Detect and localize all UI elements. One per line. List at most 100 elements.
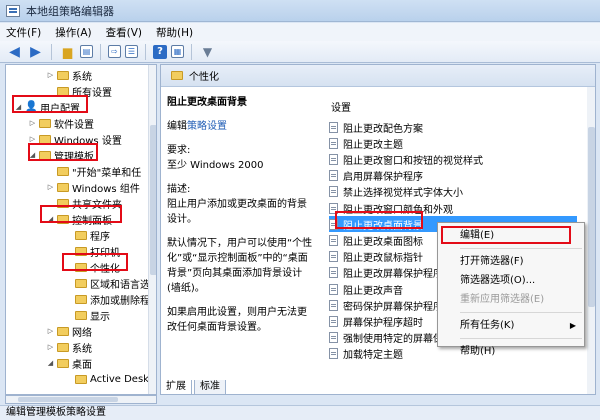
tree-item[interactable]: 程序 bbox=[64, 227, 110, 243]
forward-arrow-icon[interactable]: ▶ bbox=[27, 43, 44, 60]
setting-row[interactable]: 加载特定主题 bbox=[329, 346, 403, 362]
tree-pane[interactable]: ▷ 系统 所有设置 ◢ 👤 用户配置 ▷ 软件设置 ▷ Windows 设置 ◢ 管理模板 "开始"菜单… bbox=[5, 64, 157, 395]
window-title: 本地组策略编辑器 bbox=[26, 4, 114, 18]
setting-row[interactable]: 阻止更改窗口颜色和外观 bbox=[329, 200, 453, 216]
tree-item[interactable]: ◢ 桌面 bbox=[46, 355, 92, 371]
properties-icon[interactable]: ☰ bbox=[125, 45, 138, 58]
tree-item[interactable]: ▷ 软件设置 bbox=[28, 115, 94, 131]
toolbar-separator bbox=[145, 43, 146, 60]
setting-row[interactable]: 阻止更改鼠标指针 bbox=[329, 249, 423, 265]
tree-item-label: 系统 bbox=[72, 343, 92, 355]
tree-item[interactable]: 打印机 bbox=[64, 243, 120, 259]
folder-icon bbox=[57, 166, 69, 176]
context-separator bbox=[460, 248, 582, 249]
setting-row[interactable]: 密码保护屏幕保护程序 bbox=[329, 297, 443, 313]
up-folder-icon[interactable]: ▆ bbox=[59, 43, 76, 60]
setting-row[interactable]: 阻止更改声音 bbox=[329, 281, 403, 297]
context-help[interactable]: 帮助(H) bbox=[438, 342, 584, 361]
tree-item[interactable]: 共享文件夹 bbox=[46, 195, 122, 211]
folder-icon bbox=[75, 262, 87, 272]
expand-arrow-icon[interactable]: ▷ bbox=[28, 119, 37, 127]
collapse-arrow-icon[interactable]: ◢ bbox=[28, 151, 37, 159]
tree-item[interactable]: ▷ Windows 设置 bbox=[28, 131, 122, 147]
requirements-label: 要求: bbox=[167, 145, 191, 156]
tree-item[interactable]: ▷ Windows 组件 bbox=[46, 179, 140, 195]
tree-item[interactable]: Active Deskt bbox=[64, 371, 153, 387]
scrollbar-thumb[interactable] bbox=[588, 127, 595, 307]
expand-arrow-icon[interactable]: ▷ bbox=[46, 327, 55, 335]
tree-item[interactable]: ◢ 控制面板 bbox=[46, 211, 112, 227]
toolbar-separator bbox=[51, 43, 52, 60]
tree-item-label: 桌面 bbox=[72, 359, 92, 371]
menu-file[interactable]: 文件(F) bbox=[6, 25, 41, 40]
show-hide-tree-icon[interactable]: ▤ bbox=[80, 45, 93, 58]
setting-label: 阻止更改屏幕保护程序 bbox=[343, 269, 443, 281]
tree-item[interactable]: ◢ 管理模板 bbox=[28, 147, 94, 163]
context-edit[interactable]: 编辑(E) bbox=[438, 226, 584, 245]
tree-item-label: "开始"菜单和任 bbox=[72, 167, 142, 179]
setting-row[interactable]: 禁止选择视觉样式字体大小 bbox=[329, 184, 463, 200]
help-icon[interactable]: ? bbox=[153, 44, 167, 59]
collapse-arrow-icon[interactable]: ◢ bbox=[14, 103, 23, 111]
setting-row[interactable]: 阻止更改屏幕保护程序 bbox=[329, 265, 443, 281]
setting-row[interactable]: 阻止更改主题 bbox=[329, 135, 403, 151]
requirements-value: 至少 Windows 2000 bbox=[167, 160, 264, 171]
folder-icon bbox=[75, 294, 87, 304]
back-arrow-icon[interactable]: ◀ bbox=[6, 43, 23, 60]
settings-column-header[interactable]: 设置 bbox=[331, 99, 351, 114]
tree-item[interactable]: ▷ 系统 bbox=[46, 339, 92, 355]
setting-row[interactable]: 强制使用特定的屏幕保 bbox=[329, 330, 443, 346]
setting-row[interactable]: 阻止更改窗口和按钮的视觉样式 bbox=[329, 151, 483, 167]
tree-item[interactable]: 所有设置 bbox=[46, 83, 112, 99]
policy-setting-icon bbox=[329, 153, 338, 165]
menu-view[interactable]: 查看(V) bbox=[106, 25, 142, 40]
collapse-arrow-icon[interactable]: ◢ bbox=[46, 215, 55, 223]
filter-icon[interactable]: ▼ bbox=[199, 43, 216, 60]
tree-item[interactable]: 区域和语言选 bbox=[64, 275, 150, 291]
setting-row[interactable]: 阻止更改配色方案 bbox=[329, 119, 423, 135]
edit-prefix: 编辑 bbox=[167, 121, 187, 132]
setting-row[interactable]: 阻止更改桌面图标 bbox=[329, 232, 423, 248]
edit-line: 编辑策略设置 bbox=[167, 119, 315, 134]
context-all-tasks[interactable]: 所有任务(K) ▶ bbox=[438, 316, 584, 335]
policy-settings-link[interactable]: 策略设置 bbox=[187, 121, 227, 132]
expand-arrow-icon[interactable]: ▷ bbox=[46, 183, 55, 191]
scrollbar-thumb[interactable] bbox=[150, 125, 156, 275]
tree-horizontal-scrollbar[interactable] bbox=[5, 395, 157, 404]
menu-help[interactable]: 帮助(H) bbox=[156, 25, 193, 40]
tree-item[interactable]: ◢ 👤 用户配置 bbox=[14, 99, 80, 115]
folder-icon bbox=[171, 71, 183, 80]
tree-item[interactable]: 显示 bbox=[64, 307, 110, 323]
tree-item[interactable]: ▷ 系统 bbox=[46, 67, 92, 83]
setting-label: 强制使用特定的屏幕保 bbox=[343, 334, 443, 346]
tab-standard[interactable]: 标准 bbox=[194, 380, 226, 395]
tree-item[interactable]: ▷ 网络 bbox=[46, 323, 92, 339]
context-open-filter[interactable]: 打开筛选器(F) bbox=[438, 252, 584, 271]
export-list-icon[interactable]: ⇨ bbox=[108, 45, 121, 58]
tree-item[interactable]: 个性化 bbox=[64, 259, 120, 275]
policy-setting-icon bbox=[329, 332, 338, 344]
tree-item[interactable]: 添加或删除程 bbox=[64, 291, 150, 307]
policy-setting-icon bbox=[329, 283, 338, 295]
tree-item[interactable]: "开始"菜单和任 bbox=[46, 163, 141, 179]
toolbar-separator bbox=[191, 43, 192, 60]
setting-label: 阻止更改配色方案 bbox=[343, 123, 423, 135]
menu-action[interactable]: 操作(A) bbox=[55, 25, 91, 40]
expand-arrow-icon[interactable]: ▷ bbox=[46, 343, 55, 351]
tab-extended[interactable]: 扩展 bbox=[160, 380, 192, 395]
view-icon[interactable]: ▦ bbox=[171, 45, 184, 58]
expand-arrow-icon[interactable]: ▷ bbox=[28, 135, 37, 143]
scrollbar-thumb[interactable] bbox=[18, 397, 118, 402]
tree-vertical-scrollbar[interactable] bbox=[148, 65, 156, 394]
settings-vertical-scrollbar[interactable] bbox=[587, 87, 595, 394]
expand-arrow-icon[interactable]: ▷ bbox=[46, 71, 55, 79]
setting-row[interactable]: 屏幕保护程序超时 bbox=[329, 313, 423, 329]
setting-row[interactable]: 启用屏幕保护程序 bbox=[329, 168, 423, 184]
context-all-tasks-label: 所有任务(K) bbox=[460, 320, 515, 331]
policy-setting-icon bbox=[329, 299, 338, 311]
policy-setting-icon bbox=[329, 251, 338, 263]
context-filter-options[interactable]: 筛选器选项(O)... bbox=[438, 271, 584, 290]
collapse-arrow-icon[interactable]: ◢ bbox=[46, 359, 55, 367]
folder-icon bbox=[57, 86, 69, 96]
folder-icon bbox=[57, 182, 69, 192]
